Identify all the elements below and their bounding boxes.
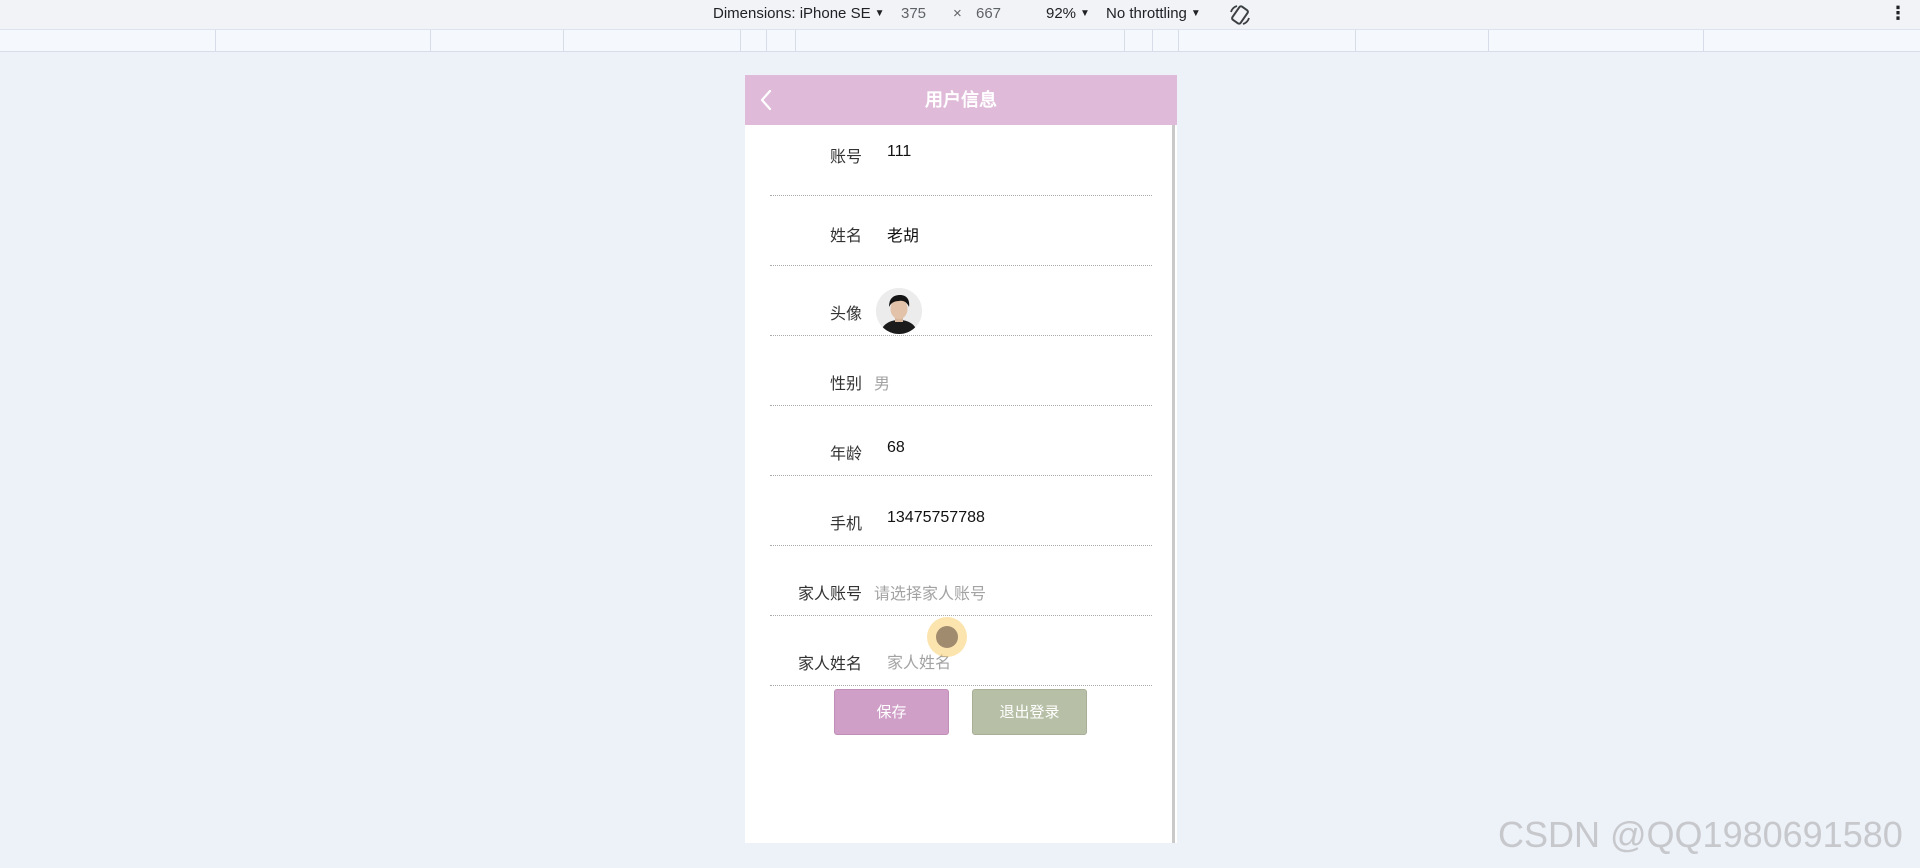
chevron-down-icon: ▼: [874, 8, 885, 19]
save-button[interactable]: 保存: [834, 689, 949, 735]
family-account-select[interactable]: 请选择家人账号: [874, 580, 986, 604]
media-query-ruler: [0, 30, 1920, 52]
avatar[interactable]: [876, 288, 922, 334]
ruler-mark[interactable]: [563, 30, 564, 52]
height-input[interactable]: 667: [976, 5, 1001, 22]
gender-select[interactable]: 男: [874, 370, 890, 394]
phone-viewport: 用户信息 账号 111 姓名 老胡 头像 性别 男 年龄 68 手机 13475…: [745, 75, 1177, 843]
phone-label: 手机: [829, 516, 862, 533]
zoom-label: 92%: [1046, 5, 1077, 22]
dimensions-label: Dimensions: iPhone SE: [713, 5, 871, 22]
ruler-mark[interactable]: [1488, 30, 1489, 52]
name-row: 姓名 老胡: [770, 196, 1152, 266]
ruler-mark[interactable]: [766, 30, 767, 52]
touch-cursor-indicator: [927, 617, 967, 657]
ruler-mark[interactable]: [1703, 30, 1704, 52]
name-label: 姓名: [829, 228, 862, 245]
family-name-label: 家人姓名: [797, 656, 862, 673]
scrollbar[interactable]: [1172, 125, 1175, 843]
family-account-row: 家人账号 请选择家人账号: [770, 546, 1152, 616]
gender-label: 性别: [829, 376, 862, 393]
account-value: 111: [887, 143, 912, 160]
touch-cursor-dot: [936, 626, 958, 648]
account-label: 账号: [829, 149, 862, 166]
zoom-dropdown[interactable]: 92% ▼: [1046, 5, 1090, 22]
dimension-separator: ×: [953, 5, 962, 22]
phone-input[interactable]: 13475757788: [887, 509, 985, 527]
age-label: 年龄: [829, 446, 862, 463]
name-input[interactable]: 老胡: [887, 222, 919, 246]
phone-row: 手机 13475757788: [770, 476, 1152, 546]
account-row: 账号 111: [770, 126, 1152, 196]
avatar-photo: [876, 288, 922, 334]
throttling-dropdown[interactable]: No throttling ▼: [1106, 5, 1201, 22]
logout-button[interactable]: 退出登录: [972, 689, 1087, 735]
ruler-mark[interactable]: [215, 30, 216, 52]
ruler-mark[interactable]: [430, 30, 431, 52]
ruler-mark[interactable]: [1355, 30, 1356, 52]
family-account-label: 家人账号: [797, 586, 862, 603]
device-toolbar: Dimensions: iPhone SE ▼ 375 × 667 92% ▼ No…: [0, 0, 1920, 30]
age-row: 年龄 68: [770, 406, 1152, 476]
more-vertical-icon[interactable]: ⋮: [1889, 4, 1907, 22]
ruler-mark[interactable]: [795, 30, 796, 52]
avatar-row: 头像: [770, 266, 1152, 336]
throttling-label: No throttling: [1106, 5, 1187, 22]
ruler-mark[interactable]: [1178, 30, 1179, 52]
ruler-mark[interactable]: [1152, 30, 1153, 52]
avatar-label: 头像: [829, 306, 862, 323]
dimensions-dropdown[interactable]: Dimensions: iPhone SE ▼: [713, 5, 885, 22]
chevron-down-icon: ▼: [1190, 8, 1201, 19]
watermark: CSDN @QQ1980691580: [1498, 814, 1903, 855]
chevron-down-icon: ▼: [1080, 8, 1090, 19]
gender-row: 性别 男: [770, 336, 1152, 406]
app-header: 用户信息: [745, 75, 1177, 125]
ruler-mark[interactable]: [1124, 30, 1125, 52]
page-title: 用户信息: [925, 90, 997, 110]
width-input[interactable]: 375: [901, 5, 926, 22]
ruler-mark[interactable]: [740, 30, 741, 52]
age-input[interactable]: 68: [887, 439, 905, 457]
rotate-device-icon[interactable]: [1228, 3, 1252, 27]
